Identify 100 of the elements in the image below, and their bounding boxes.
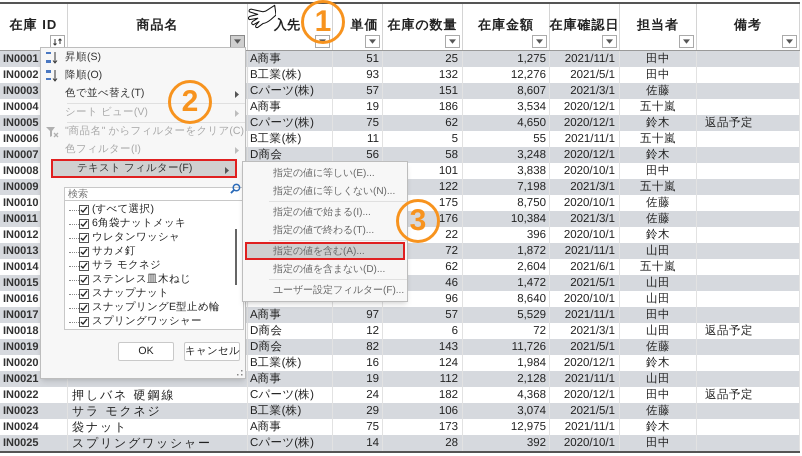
table-cell-text: 3,248 xyxy=(517,148,546,163)
table-cell-text: IN0003 xyxy=(3,84,38,99)
table-cell-text: 11,726 xyxy=(512,340,546,355)
checkbox[interactable] xyxy=(79,205,89,215)
table-cell-text: 2020/10/1 xyxy=(564,164,615,179)
menu-item[interactable]: 降順(O) xyxy=(65,68,102,84)
filter-button[interactable] xyxy=(782,35,797,48)
checkbox-label[interactable]: 6角袋ナットメッキ xyxy=(92,216,186,232)
table-cell-text: 182 xyxy=(438,388,458,403)
table-cell-text: B工業(株) xyxy=(250,404,302,419)
menu-item[interactable]: テキスト フィルター(F) xyxy=(53,161,235,176)
caret-icon xyxy=(449,39,456,44)
table-cell: スプリングワッシャー xyxy=(72,435,212,451)
checkbox-label[interactable]: (すべて選択) xyxy=(92,202,154,218)
resize-grip-icon[interactable] xyxy=(237,370,243,376)
table-cell-text: IN0002 xyxy=(3,68,38,83)
menu-item[interactable]: 指定の値を含む(A)... xyxy=(245,242,405,260)
table-cell-text: 1,984 xyxy=(517,356,546,371)
table-cell-text: 佐藤 xyxy=(646,340,670,355)
table-cell-text: 82 xyxy=(366,340,379,355)
menu-item[interactable]: 指定の値を含まない(D)... xyxy=(243,260,407,278)
table-cell-text: 2021/5/1 xyxy=(570,340,615,355)
table-cell-text: 3,074 xyxy=(517,404,546,419)
table-cell-text: 2021/5/1 xyxy=(570,68,615,83)
filter-button[interactable] xyxy=(679,35,694,48)
table-cell-text: 22 xyxy=(445,228,458,243)
filter-button[interactable] xyxy=(365,35,380,48)
filter-button[interactable] xyxy=(602,35,617,48)
table-cell-text: 151 xyxy=(438,84,458,99)
table-cell-text: 2021/3/1 xyxy=(570,212,615,227)
filter-button[interactable] xyxy=(532,35,547,48)
table-cell-text: IN0012 xyxy=(3,228,38,243)
checkbox[interactable] xyxy=(79,261,89,271)
dialog-button[interactable]: OK xyxy=(118,342,174,361)
table-cell: A商事 xyxy=(250,51,282,67)
table-cell-text: 28 xyxy=(445,436,458,451)
table-cell-text: Cパーツ(株) xyxy=(250,84,314,99)
filter-button[interactable] xyxy=(50,35,65,48)
table-cell-text: 2021/3/1 xyxy=(570,180,615,195)
table-cell: 押しバネ 硬鋼線 xyxy=(72,387,176,403)
table-cell: A商事 xyxy=(250,419,282,435)
table-cell-text: 1,275 xyxy=(517,52,546,67)
filter-button[interactable] xyxy=(445,35,460,48)
table-cell-text: 72 xyxy=(533,324,546,339)
table-cell-text: 57 xyxy=(445,308,458,323)
table-cell-text: IN0019 xyxy=(3,340,38,355)
table-cell-text: 51 xyxy=(366,52,379,67)
menu-item[interactable]: 昇順(S) xyxy=(65,50,101,66)
table-cell: A商事 xyxy=(250,307,282,323)
menu-item[interactable]: 指定の値に等しい(E)... xyxy=(243,164,407,182)
menu-item[interactable]: 色で並べ替え(T) xyxy=(65,86,144,102)
table-cell-text: Cパーツ(株) xyxy=(250,388,314,403)
table-cell-text: 55 xyxy=(533,132,546,147)
table-cell-text: IN0017 xyxy=(3,308,38,323)
table-cell-text: 返品予定 xyxy=(705,388,753,403)
checkbox[interactable] xyxy=(79,247,89,257)
table-cell: D商会 xyxy=(250,147,282,163)
table-cell-text: Cパーツ(株) xyxy=(250,116,314,131)
menu-item[interactable]: 指定の値に等しくない(N)... xyxy=(243,182,407,200)
table-cell-text: 96 xyxy=(445,292,458,307)
table-cell-text: 8,640 xyxy=(517,292,546,307)
checkbox-label[interactable]: スナップリングE型止め輪 xyxy=(92,300,220,316)
checkbox-label[interactable]: スナップナット xyxy=(92,286,169,302)
checkbox-label[interactable]: ウレタンワッシャ xyxy=(92,230,180,246)
table-cell-text: 田中 xyxy=(646,308,670,323)
checkbox-label[interactable]: サカメ釘 xyxy=(92,244,136,260)
checkbox-label[interactable]: スプリングワッシャー xyxy=(92,314,202,329)
menu-item[interactable]: ユーザー設定フィルター(F)... xyxy=(243,281,407,299)
table-cell-text: 佐藤 xyxy=(646,404,670,419)
table-cell-text: 2,128 xyxy=(517,372,546,387)
table-cell-text: 75 xyxy=(366,116,379,131)
table-cell-text: 3,534 xyxy=(517,100,546,115)
table-cell-text: IN0021 xyxy=(3,372,38,387)
table-cell-text: IN0004 xyxy=(3,100,38,115)
checkbox[interactable] xyxy=(79,233,89,243)
table-cell-text: 2020/10/1 xyxy=(564,196,615,211)
dialog-button[interactable]: キャンセル xyxy=(184,342,240,361)
checkbox-label[interactable]: ステンレス皿木ねじ xyxy=(92,272,191,288)
table-cell-text: 12 xyxy=(366,324,379,339)
table-cell-text: 124 xyxy=(438,356,458,371)
step-number-marker: 3 xyxy=(396,199,440,243)
checkbox[interactable] xyxy=(79,219,89,229)
column-header: 単価 xyxy=(350,16,378,34)
checkbox-label[interactable]: サラ モクネジ xyxy=(92,258,161,274)
table-cell: D商会 xyxy=(250,323,282,339)
table-cell-text: 2021/11/1 xyxy=(564,132,615,147)
table-cell-text: 2020/10/1 xyxy=(564,228,615,243)
table-cell-text: 10,384 xyxy=(510,212,546,227)
table-cell-text: 山田 xyxy=(646,372,670,387)
checkbox[interactable] xyxy=(79,275,89,285)
table-cell-text: 46 xyxy=(445,276,458,291)
caret-icon xyxy=(234,39,241,44)
scrollbar-thumb[interactable] xyxy=(235,229,237,285)
checkbox[interactable] xyxy=(79,317,89,327)
table-cell-text: 7,198 xyxy=(517,180,546,195)
table-cell-text: 5 xyxy=(452,132,458,147)
table-cell-text: 57 xyxy=(366,84,379,99)
checkbox[interactable] xyxy=(79,289,89,299)
step-number-marker: 2 xyxy=(168,80,212,124)
checkbox[interactable] xyxy=(79,303,89,313)
